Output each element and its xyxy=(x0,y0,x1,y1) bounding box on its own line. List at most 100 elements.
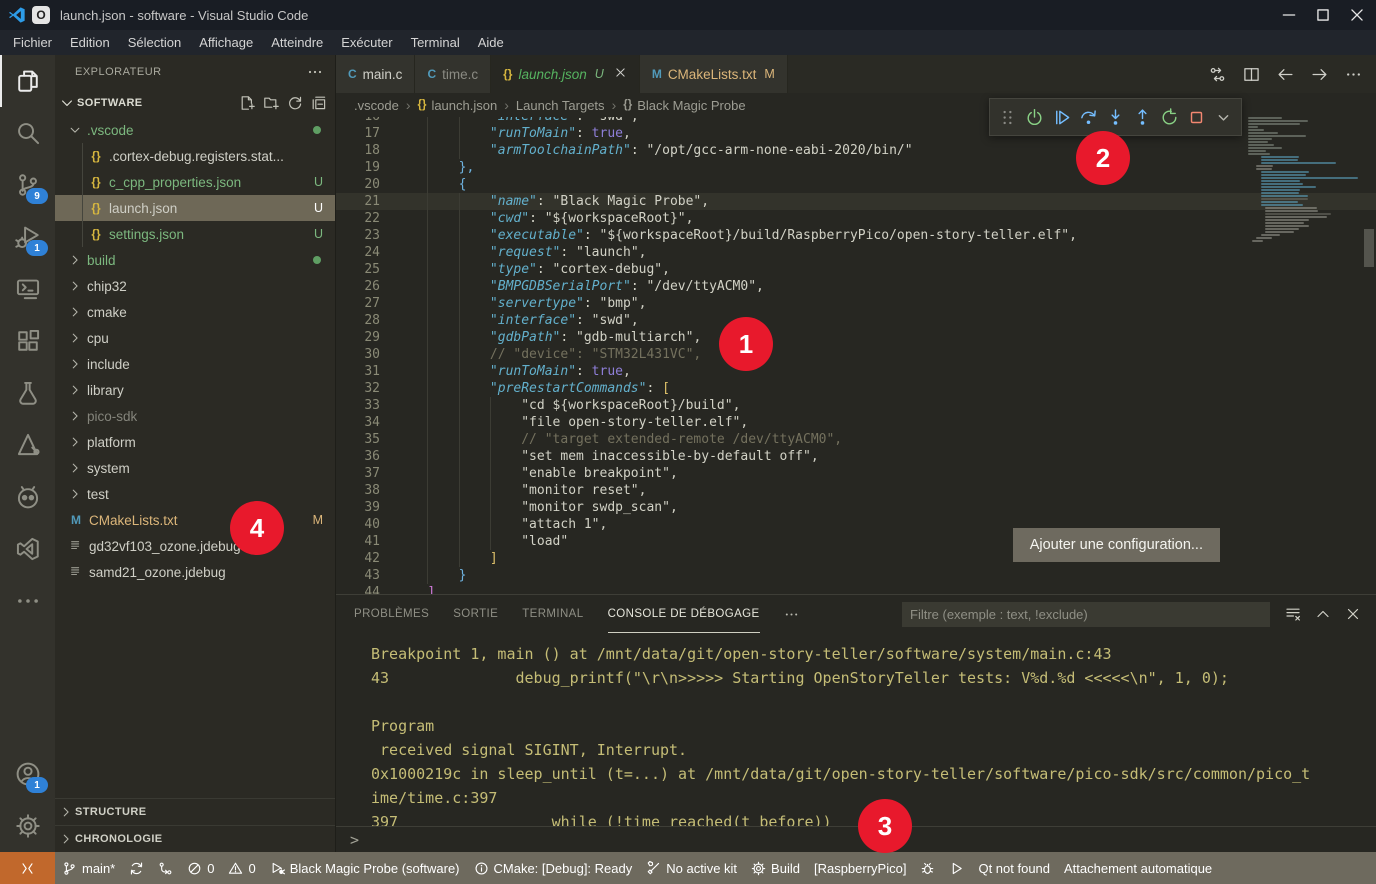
maximize-button[interactable] xyxy=(1308,4,1338,26)
menu-exécuter[interactable]: Exécuter xyxy=(332,35,401,50)
panel-more-icon[interactable] xyxy=(784,607,799,622)
panel-tab-console-de-d-bogage[interactable]: CONSOLE DE DÉBOGAGE xyxy=(608,595,760,633)
tab-cmakelists-txt[interactable]: MCMakeLists.txtM xyxy=(640,55,788,93)
activity-extensions[interactable] xyxy=(0,315,55,367)
breadcrumb-item[interactable]: {}Black Magic Probe xyxy=(623,98,745,113)
minimap[interactable] xyxy=(1248,117,1360,243)
activity-search[interactable] xyxy=(0,107,55,159)
new-folder-icon[interactable] xyxy=(263,95,279,111)
activity-test-beaker[interactable] xyxy=(0,367,55,419)
file-row-samd21-ozone-jdebug[interactable]: samd21_ozone.jdebug xyxy=(55,559,335,585)
activity-remote-explorer[interactable] xyxy=(0,263,55,315)
activity-settings-gear[interactable] xyxy=(0,800,55,852)
status-cmake-debug-ready[interactable]: CMake: [Debug]: Ready xyxy=(467,852,640,884)
menu-terminal[interactable]: Terminal xyxy=(402,35,469,50)
activity-run-debug[interactable]: 1 xyxy=(0,211,55,263)
new-file-icon[interactable] xyxy=(239,95,255,111)
section-header-chronologie[interactable]: CHRONOLOGIE xyxy=(55,825,335,852)
step-over-button[interactable] xyxy=(1075,102,1102,132)
activity-platformio[interactable] xyxy=(0,471,55,523)
open-changes-icon[interactable] xyxy=(1209,66,1226,83)
status-main[interactable]: main* xyxy=(55,852,122,884)
panel-tab-terminal[interactable]: TERMINAL xyxy=(522,595,583,633)
file-row-system[interactable]: system xyxy=(55,455,335,481)
step-out-button[interactable] xyxy=(1129,102,1156,132)
breadcrumb-item[interactable]: {}launch.json xyxy=(417,98,497,113)
status-qt-not-found[interactable]: Qt not found xyxy=(971,852,1057,884)
status-remote[interactable] xyxy=(0,852,55,884)
panel-tab-probl-mes[interactable]: PROBLÈMES xyxy=(354,595,429,633)
file-row-settings-json[interactable]: {}settings.jsonU xyxy=(55,221,335,247)
code-editor[interactable]: 16 "interface": "swd",17 "runToMain": tr… xyxy=(336,117,1376,594)
restart-button[interactable] xyxy=(1156,102,1183,132)
tab-time-c[interactable]: Ctime.c xyxy=(415,55,491,93)
menu-fichier[interactable]: Fichier xyxy=(4,35,61,50)
file-row-test[interactable]: test xyxy=(55,481,335,507)
file-row-c-cpp-properties-json[interactable]: {}c_cpp_properties.jsonU xyxy=(55,169,335,195)
chevron-up-icon[interactable] xyxy=(1315,606,1331,622)
split-editor-icon[interactable] xyxy=(1243,66,1260,83)
minimize-button[interactable] xyxy=(1274,4,1304,26)
activity-cmake[interactable] xyxy=(0,419,55,471)
explorer-more-icon[interactable] xyxy=(307,64,323,80)
stop-button[interactable] xyxy=(1183,102,1210,132)
status-bug[interactable] xyxy=(913,852,942,884)
activity-source-control[interactable]: 9 xyxy=(0,159,55,211)
file-row-library[interactable]: library xyxy=(55,377,335,403)
file-row-build[interactable]: build xyxy=(55,247,335,273)
section-header-structure[interactable]: STRUCTURE xyxy=(55,798,335,825)
status-0[interactable]: 0 xyxy=(221,852,262,884)
status-attachement-automatique[interactable]: Attachement automatique xyxy=(1057,852,1219,884)
menu-sélection[interactable]: Sélection xyxy=(119,35,190,50)
collapse-all-icon[interactable] xyxy=(311,95,327,111)
status-sync[interactable] xyxy=(122,852,151,884)
file-row-cmakelists-txt[interactable]: MCMakeLists.txtM xyxy=(55,507,335,533)
file-row-cmake[interactable]: cmake xyxy=(55,299,335,325)
continue-button[interactable] xyxy=(1048,102,1075,132)
status-no-active-kit[interactable]: No active kit xyxy=(639,852,744,884)
ellipsis-icon[interactable] xyxy=(1345,66,1362,83)
file-row-launch-json[interactable]: {}launch.jsonU xyxy=(55,195,335,221)
close-icon[interactable] xyxy=(1345,606,1361,622)
breadcrumb-item[interactable]: Launch Targets xyxy=(516,98,605,113)
panel-tab-sortie[interactable]: SORTIE xyxy=(453,595,498,633)
activity-ellipsis[interactable] xyxy=(0,575,55,627)
menu-edition[interactable]: Edition xyxy=(61,35,119,50)
clear-console-icon[interactable] xyxy=(1285,606,1301,622)
file-row-chip32[interactable]: chip32 xyxy=(55,273,335,299)
activity-visual-studio[interactable] xyxy=(0,523,55,575)
section-header-software[interactable]: SOFTWARE xyxy=(55,89,335,117)
console-filter-input[interactable] xyxy=(902,602,1270,627)
activity-account[interactable]: 1 xyxy=(0,748,55,800)
file-row-include[interactable]: include xyxy=(55,351,335,377)
arrow-right-icon[interactable] xyxy=(1311,66,1328,83)
file-row-pico-sdk[interactable]: pico-sdk xyxy=(55,403,335,429)
status-play[interactable] xyxy=(942,852,971,884)
file-row-gd32vf103-ozone-jdebug[interactable]: gd32vf103_ozone.jdebug xyxy=(55,533,335,559)
status-compare-changes[interactable] xyxy=(151,852,180,884)
debug-console-input[interactable]: > xyxy=(336,826,1376,852)
file-row-platform[interactable]: platform xyxy=(55,429,335,455)
menu-affichage[interactable]: Affichage xyxy=(190,35,262,50)
status-black-magic-probe-software[interactable]: Black Magic Probe (software) xyxy=(263,852,467,884)
close-button[interactable] xyxy=(1342,4,1372,26)
status-raspberrypico[interactable]: [RaspberryPico] xyxy=(807,852,913,884)
menu-aide[interactable]: Aide xyxy=(469,35,513,50)
chevron-down-small-button[interactable] xyxy=(1210,102,1237,132)
menu-atteindre[interactable]: Atteindre xyxy=(262,35,332,50)
scrollbar-thumb[interactable] xyxy=(1364,229,1374,267)
file-row-cpu[interactable]: cpu xyxy=(55,325,335,351)
tab-main-c[interactable]: Cmain.c xyxy=(336,55,415,93)
file-row--cortex-debug-registers-stat-[interactable]: {}.cortex-debug.registers.stat... xyxy=(55,143,335,169)
refresh-icon[interactable] xyxy=(287,95,303,111)
editor-scrollbar[interactable] xyxy=(1361,117,1376,594)
file-row--vscode[interactable]: .vscode xyxy=(55,117,335,143)
step-into-button[interactable] xyxy=(1102,102,1129,132)
close-icon[interactable] xyxy=(614,66,627,82)
power-button[interactable] xyxy=(1021,102,1048,132)
tab-launch-json[interactable]: {}launch.jsonU xyxy=(491,55,640,93)
activity-files[interactable] xyxy=(0,55,55,107)
status-build[interactable]: Build xyxy=(744,852,807,884)
add-configuration-button[interactable]: Ajouter une configuration... xyxy=(1013,528,1220,562)
arrow-left-icon[interactable] xyxy=(1277,66,1294,83)
